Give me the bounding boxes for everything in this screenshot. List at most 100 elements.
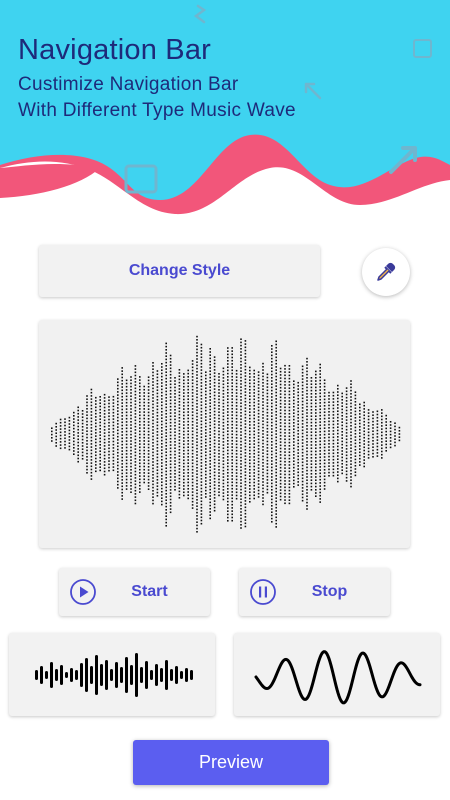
waveform-dot xyxy=(90,404,93,407)
waveform-dot xyxy=(196,511,198,514)
waveform-dot xyxy=(125,433,128,436)
waveform-dot xyxy=(161,411,163,413)
waveform-dot xyxy=(200,350,203,352)
waveform-dot xyxy=(156,488,159,491)
waveform-dot xyxy=(231,372,233,375)
waveform-dot xyxy=(196,351,198,354)
waveform-dot xyxy=(169,450,172,453)
waveform-dot xyxy=(319,453,321,455)
waveform-dot xyxy=(178,388,181,390)
waveform-dot xyxy=(218,376,220,378)
waveform-dot xyxy=(279,489,282,491)
waveform-dot xyxy=(134,409,137,412)
waveform-dot xyxy=(227,491,229,493)
waveform-dot xyxy=(231,503,233,506)
waveform-dot xyxy=(266,453,269,456)
waveform-dot xyxy=(279,415,282,418)
waveform-dot xyxy=(231,430,233,432)
waveform-dot xyxy=(143,401,145,404)
waveform-dot xyxy=(108,463,110,466)
waveform-dot xyxy=(315,428,317,430)
waveform-dot xyxy=(165,429,167,431)
change-style-button[interactable]: Change Style xyxy=(39,245,320,297)
waveform-dot xyxy=(81,438,84,441)
waveform-dot xyxy=(152,496,154,498)
waveform-dot xyxy=(156,495,159,497)
waveform-dot xyxy=(385,434,387,436)
waveform-dot xyxy=(134,454,137,457)
waveform-dot xyxy=(218,459,220,461)
waveform-dot xyxy=(235,389,238,391)
waveform-dot xyxy=(121,472,123,475)
waveform-dot xyxy=(244,343,247,345)
waveform-dot xyxy=(174,421,176,424)
waveform-dot xyxy=(231,443,233,445)
waveform-dot xyxy=(288,390,291,393)
waveform-dot xyxy=(337,474,339,476)
waveform-dot xyxy=(337,442,339,444)
waveform-dot xyxy=(143,414,145,417)
waveform-dot xyxy=(55,422,57,425)
waveform-dot xyxy=(205,477,207,479)
waveform-dot xyxy=(213,493,216,496)
waveform-dot xyxy=(367,421,370,424)
waveform-dot xyxy=(191,379,194,381)
waveform-dot xyxy=(301,483,304,486)
waveform-dot xyxy=(227,388,229,391)
waveform-dot xyxy=(257,374,260,377)
waveform-dot xyxy=(372,443,374,445)
wave-style-bars-option[interactable] xyxy=(9,633,215,716)
waveform-dot xyxy=(222,393,225,395)
waveform-dot xyxy=(165,352,167,354)
waveform-dot xyxy=(174,450,176,453)
waveform-dot xyxy=(218,405,220,407)
waveform-dot xyxy=(253,497,255,500)
waveform-dot xyxy=(363,449,365,452)
waveform-dot xyxy=(257,412,260,415)
waveform-dot xyxy=(275,385,277,387)
waveform-dot xyxy=(240,428,242,430)
start-button[interactable]: Start xyxy=(59,568,210,616)
square-outline-deco-icon xyxy=(124,164,158,194)
waveform-dot xyxy=(73,421,75,423)
preview-button[interactable]: Preview xyxy=(133,740,329,785)
waveform-dot xyxy=(288,470,291,473)
waveform-dot xyxy=(55,429,57,431)
waveform-dot xyxy=(288,454,291,457)
waveform-dot xyxy=(77,438,79,441)
wave-style-sine-option[interactable] xyxy=(234,633,440,716)
waveform-dot xyxy=(240,386,242,388)
waveform-dot xyxy=(227,500,229,503)
color-picker-button[interactable] xyxy=(362,248,410,296)
waveform-dot xyxy=(213,397,216,400)
waveform-dot xyxy=(240,348,242,350)
stop-button[interactable]: Stop xyxy=(239,568,390,616)
waveform-dot xyxy=(165,381,167,383)
waveform-dot xyxy=(279,457,282,459)
waveform-dot xyxy=(275,362,277,365)
waveform-dot xyxy=(161,475,163,477)
waveform-dot xyxy=(191,456,194,458)
waveform-dot xyxy=(90,391,93,394)
waveform-dot xyxy=(169,473,172,475)
waveform-dot xyxy=(205,409,207,412)
waveform-dot xyxy=(275,519,277,522)
waveform-dot xyxy=(288,425,291,428)
waveform-dot xyxy=(103,400,106,402)
waveform-dot xyxy=(306,485,308,488)
waveform-dot xyxy=(147,411,150,414)
waveform-dot xyxy=(293,406,295,408)
waveform-dot xyxy=(227,494,229,496)
waveform-dot xyxy=(231,478,233,480)
waveform-dot xyxy=(218,401,220,404)
waveform-dot xyxy=(196,339,198,341)
waveform-dot xyxy=(279,495,282,498)
waveform-dot xyxy=(288,371,291,373)
waveform-dot xyxy=(196,479,198,482)
waveform-dot xyxy=(121,488,123,491)
waveform-dot xyxy=(235,465,238,468)
waveform-dot xyxy=(354,433,357,435)
waveform-dot xyxy=(275,350,277,352)
waveform-dot xyxy=(90,471,93,474)
waveform-dot xyxy=(139,449,141,452)
